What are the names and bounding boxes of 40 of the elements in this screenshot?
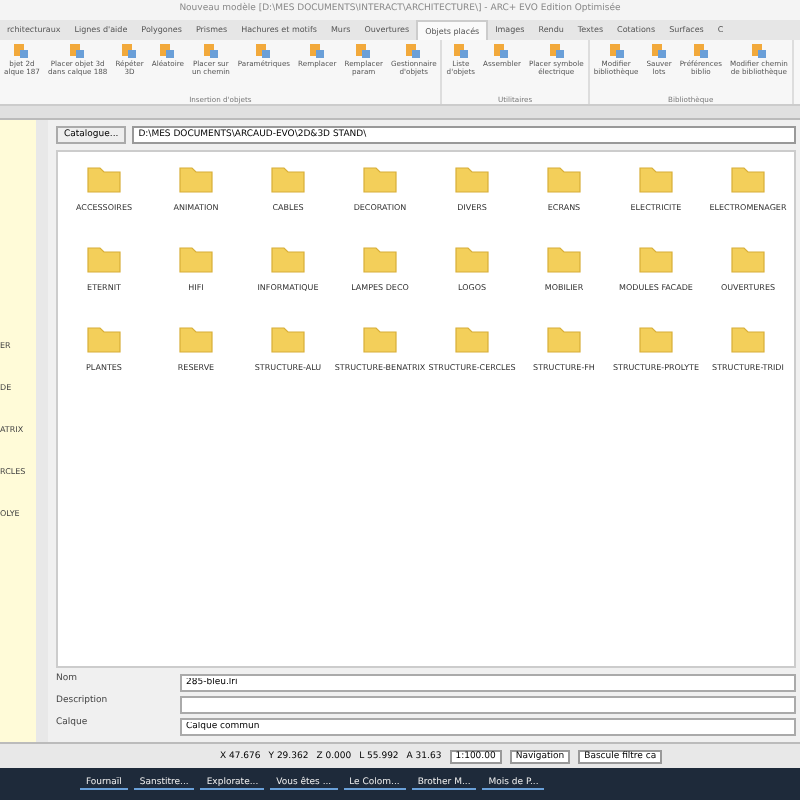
object-icon bbox=[201, 42, 220, 60]
folder-icon bbox=[730, 244, 766, 274]
object-icon bbox=[254, 42, 273, 60]
object-icon bbox=[547, 42, 566, 60]
object-icon bbox=[607, 42, 626, 60]
object-icon bbox=[691, 42, 710, 60]
folder-icon bbox=[270, 244, 306, 274]
object-icon bbox=[308, 42, 327, 60]
folder-icon bbox=[86, 164, 122, 194]
object-icon bbox=[68, 42, 87, 60]
input-field[interactable] bbox=[180, 696, 796, 714]
folder-icon bbox=[362, 164, 398, 194]
object-icon bbox=[354, 42, 373, 60]
folder-icon bbox=[86, 324, 122, 354]
folder-icon bbox=[178, 164, 214, 194]
object-icon bbox=[492, 42, 511, 60]
folder-icon bbox=[730, 164, 766, 194]
folder-icon bbox=[178, 244, 214, 274]
object-icon bbox=[451, 42, 470, 60]
folder-icon bbox=[270, 164, 306, 194]
folder-icon bbox=[638, 244, 674, 274]
folder-icon bbox=[638, 164, 674, 194]
object-icon bbox=[749, 42, 768, 60]
folder-icon bbox=[270, 324, 306, 354]
object-icon bbox=[12, 42, 31, 60]
folder-icon bbox=[178, 324, 214, 354]
folder-icon bbox=[362, 244, 398, 274]
folder-icon bbox=[638, 324, 674, 354]
folder-icon bbox=[730, 324, 766, 354]
folder-icon bbox=[86, 244, 122, 274]
folder-icon bbox=[454, 164, 490, 194]
folder-icon bbox=[546, 324, 582, 354]
object-icon bbox=[650, 42, 669, 60]
folder-icon bbox=[362, 324, 398, 354]
folder-icon bbox=[454, 324, 490, 354]
folder-icon bbox=[546, 164, 582, 194]
scrollbar[interactable] bbox=[36, 120, 48, 742]
folder-icon bbox=[546, 244, 582, 274]
object-icon bbox=[404, 42, 423, 60]
folder-icon bbox=[454, 244, 490, 274]
